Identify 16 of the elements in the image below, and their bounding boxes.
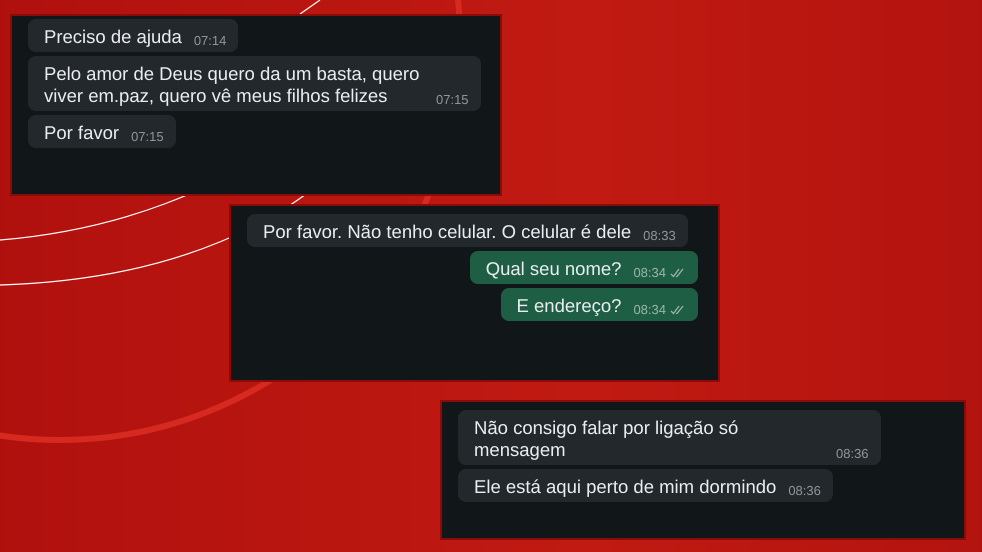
message-text: Pelo amor de Deus quero da um basta, quero viver em.paz, quero vê meus filhos felizes	[44, 63, 420, 107]
message-text: Por favor. Não tenho celular. O celular é dele	[263, 221, 632, 243]
message-text: Ele está aqui perto de mim dormindo	[474, 476, 776, 498]
message-time: 08:36	[788, 483, 821, 498]
message-text: Não consigo falar por ligação só mensagem	[474, 417, 740, 461]
message-text: E endereço?	[516, 295, 622, 317]
message-time: 08:33	[643, 228, 676, 243]
message-text: Preciso de ajuda	[44, 26, 182, 48]
message-time: 07:15	[436, 92, 469, 107]
message-time: 07:14	[194, 33, 226, 48]
message-text: Qual seu nome?	[486, 258, 622, 280]
message-time: 08:34	[633, 302, 666, 317]
message-time: 08:34	[633, 265, 666, 280]
message-time: 07:15	[131, 129, 164, 144]
message-time: 08:36	[836, 446, 869, 461]
message-text: Por favor	[44, 122, 120, 144]
